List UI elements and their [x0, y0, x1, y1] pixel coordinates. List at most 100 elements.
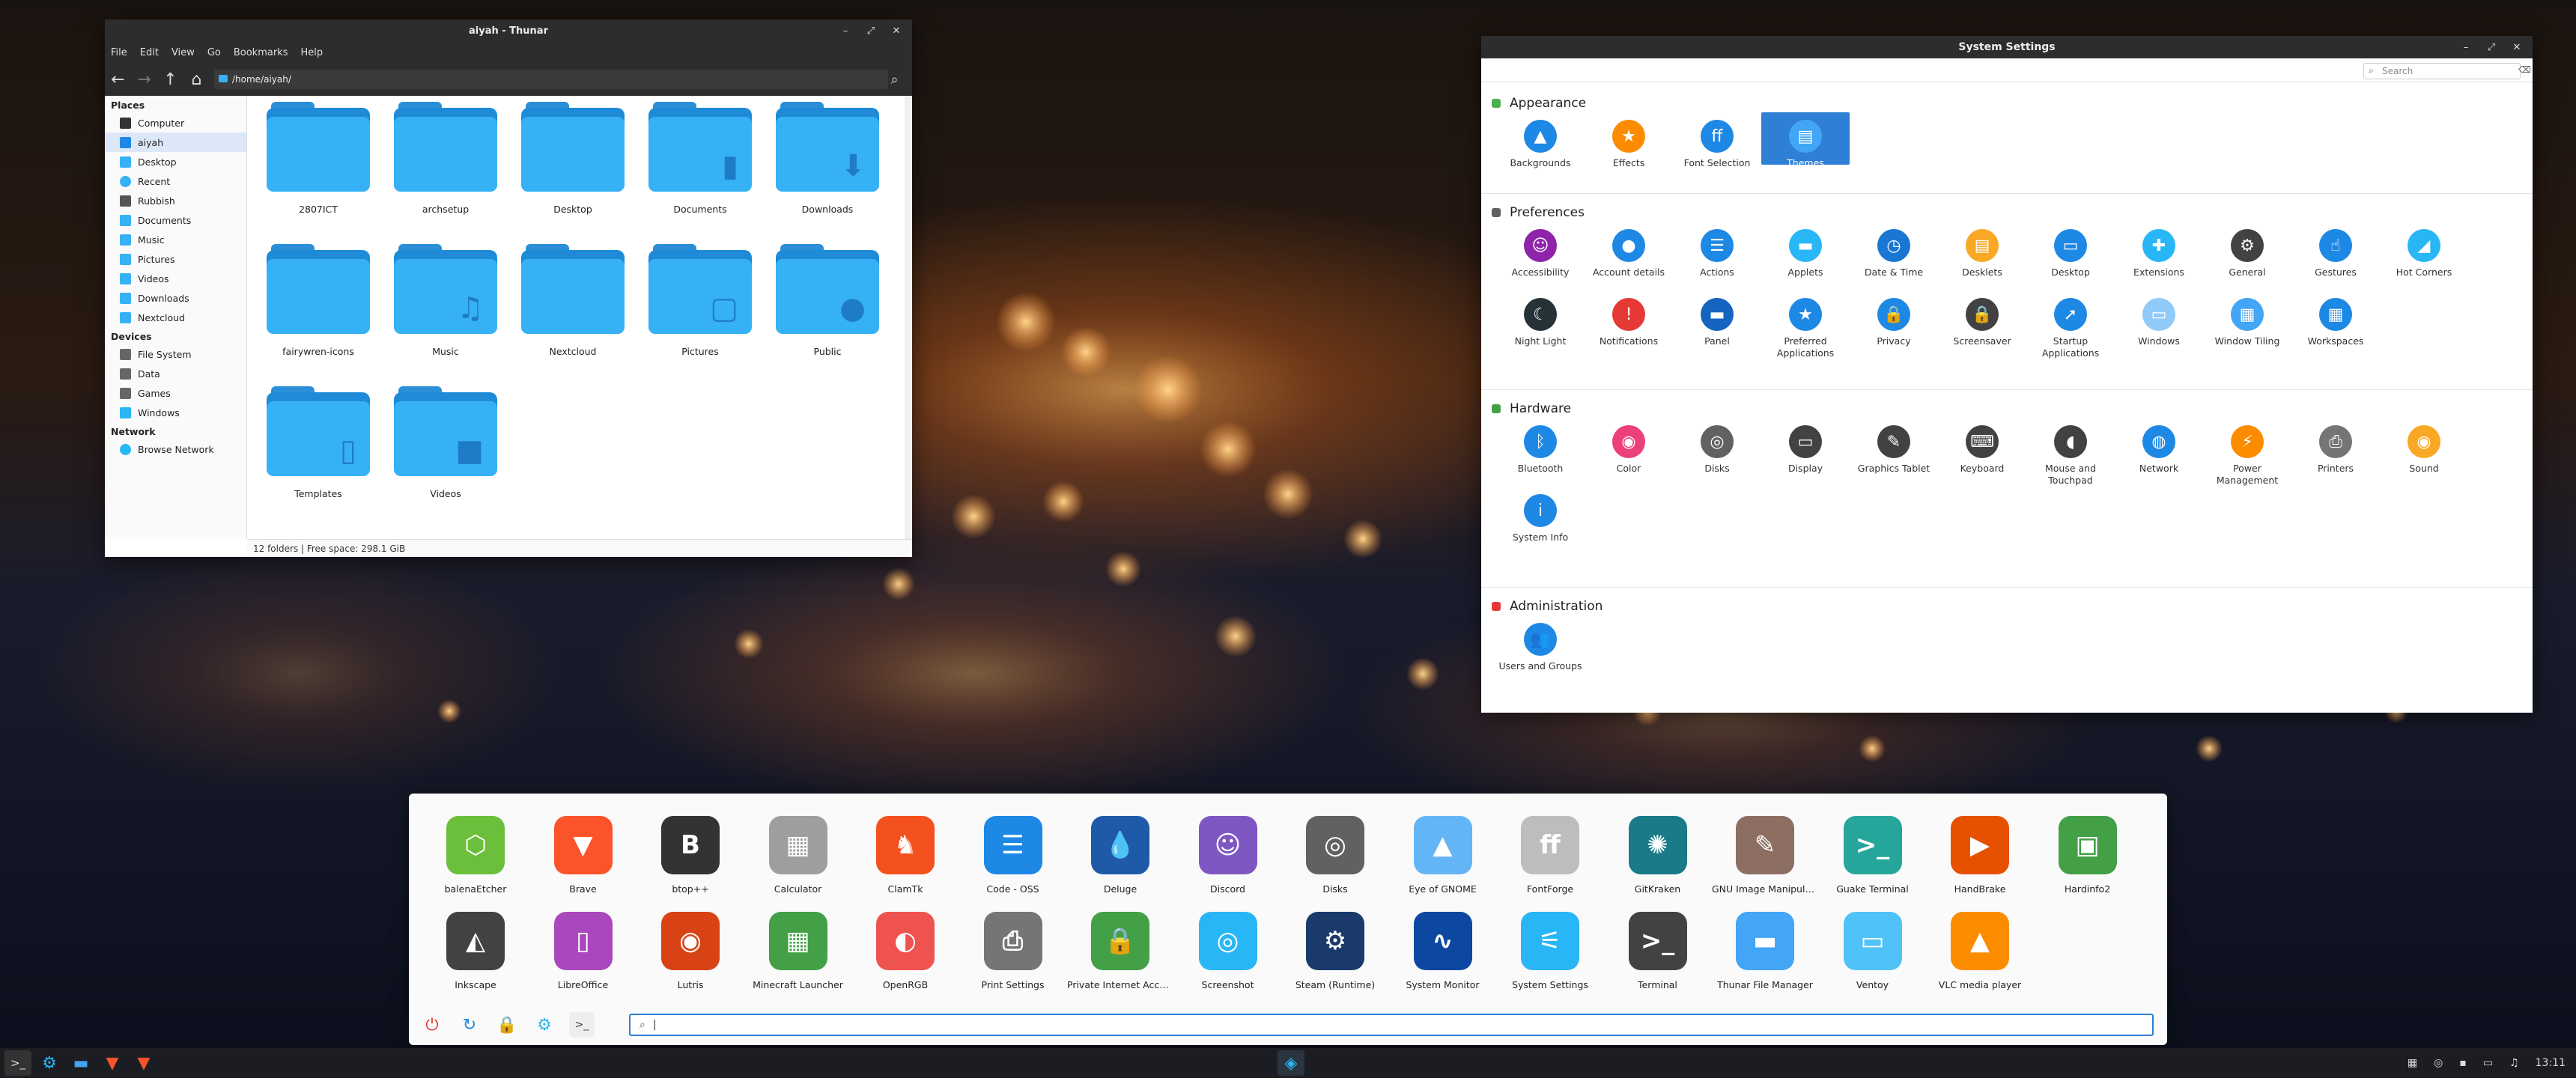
sidebar-item-browse-network[interactable]: Browse Network [105, 439, 246, 459]
launcher-icon[interactable]: ◈ [1278, 1050, 1304, 1076]
terminal-icon[interactable]: >_ [4, 1050, 31, 1076]
app-clamtk[interactable]: ♞ ClamTk [852, 816, 959, 895]
folder-item[interactable]: ▮ Documents [637, 100, 764, 215]
thunar-titlebar[interactable]: aiyah - Thunar [105, 19, 912, 42]
settings-item-font-selection[interactable]: ff Font Selection [1673, 112, 1761, 169]
app-gnu-image-manipulation-program[interactable]: ✎ GNU Image Manipulation Program [1712, 816, 1818, 895]
app-screenshot[interactable]: ◎ Screenshot [1175, 912, 1281, 990]
sidebar-item-music[interactable]: Music [105, 230, 246, 249]
sidebar-item-videos[interactable]: Videos [105, 269, 246, 288]
network-icon[interactable]: ▦ [2408, 1057, 2417, 1069]
folder-item[interactable]: archsetup [382, 100, 509, 215]
settings-item-system-info[interactable]: i System Info [1496, 487, 1585, 543]
brave-icon[interactable]: ▼ [130, 1050, 157, 1076]
folder-item[interactable]: fairywren-icons [255, 243, 382, 357]
refresh-icon[interactable]: ↻ [457, 1012, 482, 1038]
settings-item-sound[interactable]: ◉ Sound [2380, 418, 2468, 475]
settings-item-window-tiling[interactable]: ▦ Window Tiling [2203, 290, 2291, 347]
app-gitkraken[interactable]: ✺ GitKraken [1605, 816, 1711, 895]
sidebar-item-downloads[interactable]: Downloads [105, 288, 246, 308]
settings-item-preferred-applications[interactable]: ★ Preferred Applications [1761, 290, 1850, 359]
thunar-window[interactable]: aiyah - Thunar – ⤢ ✕ File Edit View Go B… [105, 19, 912, 557]
clear-icon[interactable]: ⌫ [2518, 64, 2531, 75]
app-brave[interactable]: ▼ Brave [530, 816, 637, 895]
menu-edit[interactable]: Edit [140, 47, 159, 58]
sidebar-item-pictures[interactable]: Pictures [105, 249, 246, 269]
app-steam-runtime[interactable]: ⚙ Steam (Runtime) [1282, 912, 1388, 990]
clock[interactable]: 13:11 [2536, 1057, 2566, 1069]
menu-view[interactable]: View [171, 47, 195, 58]
settings-item-effects[interactable]: ★ Effects [1585, 112, 1673, 169]
folder-item[interactable]: 2807ICT [255, 100, 382, 215]
back-icon[interactable]: ← [105, 70, 131, 89]
menu-help[interactable]: Help [300, 47, 323, 58]
sidebar-item-rubbish[interactable]: Rubbish [105, 191, 246, 210]
app-minecraft-launcher[interactable]: ▦ Minecraft Launcher [745, 912, 851, 990]
vpn-icon[interactable]: ◎ [2434, 1057, 2443, 1069]
settings-item-printers[interactable]: ⎙ Printers [2291, 418, 2380, 475]
app-terminal[interactable]: >_ Terminal [1605, 912, 1711, 990]
sidebar-item-file-system[interactable]: File System [105, 344, 246, 364]
up-icon[interactable]: ↑ [157, 70, 183, 89]
sound-icon[interactable]: ♫ [2509, 1057, 2519, 1069]
settings-item-disks[interactable]: ◎ Disks [1673, 418, 1761, 475]
app-discord[interactable]: ☺ Discord [1175, 816, 1281, 895]
sidebar-item-computer[interactable]: Computer [105, 113, 246, 133]
search-input[interactable]: ⌕ Search [2363, 63, 2521, 79]
close-icon[interactable]: ✕ [884, 19, 909, 42]
lock-icon[interactable]: 🔒 [494, 1012, 520, 1038]
app-system-settings[interactable]: ⚟ System Settings [1497, 912, 1603, 990]
folder-item[interactable]: Nextcloud [509, 243, 637, 357]
folder-item[interactable]: Desktop [509, 100, 637, 215]
settings-item-windows[interactable]: ▭ Windows [2115, 290, 2203, 347]
app-code-oss[interactable]: ☰ Code - OSS [960, 816, 1066, 895]
maximize-icon[interactable]: ⤢ [2479, 36, 2504, 58]
sidebar-item-windows[interactable]: Windows [105, 403, 246, 422]
folder-item[interactable]: ■ Videos [382, 385, 509, 499]
terminal-icon[interactable]: >_ [569, 1012, 595, 1038]
file-manager-icon[interactable]: ▬ [67, 1050, 94, 1076]
settings-item-desklets[interactable]: ▤ Desklets [1938, 222, 2026, 278]
settings-item-accessibility[interactable]: ☺ Accessibility [1496, 222, 1585, 278]
app-btop[interactable]: Bbtop++ [637, 816, 744, 895]
app-eye-of-gnome[interactable]: ▲ Eye of GNOME [1390, 816, 1496, 895]
app-handbrake[interactable]: ▶ HandBrake [1927, 816, 2033, 895]
sidebar-item-nextcloud[interactable]: Nextcloud [105, 308, 246, 327]
app-print-settings[interactable]: ⎙ Print Settings [960, 912, 1066, 990]
folder-item[interactable]: ● Public [764, 243, 891, 357]
settings-item-backgrounds[interactable]: ▲ Backgrounds [1496, 112, 1585, 169]
settings-item-graphics-tablet[interactable]: ✎ Graphics Tablet [1850, 418, 1938, 475]
app-private-internet-access[interactable]: 🔒 Private Internet Access [1067, 912, 1173, 990]
app-system-monitor[interactable]: ∿ System Monitor [1390, 912, 1496, 990]
sidebar-item-desktop[interactable]: Desktop [105, 152, 246, 171]
menu-bookmarks[interactable]: Bookmarks [234, 47, 288, 58]
settings-item-mouse-and-touchpad[interactable]: ◖ Mouse and Touchpad [2026, 418, 2115, 486]
search-icon[interactable]: ⌕ [881, 72, 908, 88]
app-libreoffice[interactable]: ▯ LibreOffice [530, 912, 637, 990]
app-ventoy[interactable]: ▭ Ventoy [1820, 912, 1926, 990]
power-icon[interactable]: ⏻ [419, 1012, 445, 1038]
launcher-search-input[interactable]: ⌕ | [629, 1014, 2154, 1036]
close-icon[interactable]: ✕ [2504, 36, 2530, 58]
settings-item-network[interactable]: ◍ Network [2115, 418, 2203, 475]
settings-icon[interactable]: ⚙ [532, 1012, 557, 1038]
settings-item-applets[interactable]: ▬ Applets [1761, 222, 1850, 278]
minimize-icon[interactable]: – [833, 19, 858, 42]
app-guake-terminal[interactable]: >_ Guake Terminal [1820, 816, 1926, 895]
menu-file[interactable]: File [111, 47, 127, 58]
settings-item-privacy[interactable]: 🔒 Privacy [1850, 290, 1938, 347]
settings-item-startup-applications[interactable]: ➚ Startup Applications [2026, 290, 2115, 359]
settings-item-users-and-groups[interactable]: 👥 Users and Groups [1496, 615, 1585, 672]
folder-item[interactable]: ⬇ Downloads [764, 100, 891, 215]
app-disks[interactable]: ◎ Disks [1282, 816, 1388, 895]
settings-item-general[interactable]: ⚙ General [2203, 222, 2291, 278]
settings-item-color[interactable]: ◉ Color [1585, 418, 1673, 475]
app-thunar-file-manager[interactable]: ▬ Thunar File Manager [1712, 912, 1818, 990]
minimize-icon[interactable]: – [2453, 36, 2479, 58]
scrollbar[interactable] [905, 96, 912, 539]
app-fontforge[interactable]: ff FontForge [1497, 816, 1603, 895]
app-lutris[interactable]: ◉ Lutris [637, 912, 744, 990]
sidebar-item-recent[interactable]: Recent [105, 171, 246, 191]
app-inkscape[interactable]: ◭ Inkscape [422, 912, 529, 990]
settings-titlebar[interactable]: System Settings [1481, 36, 2533, 58]
